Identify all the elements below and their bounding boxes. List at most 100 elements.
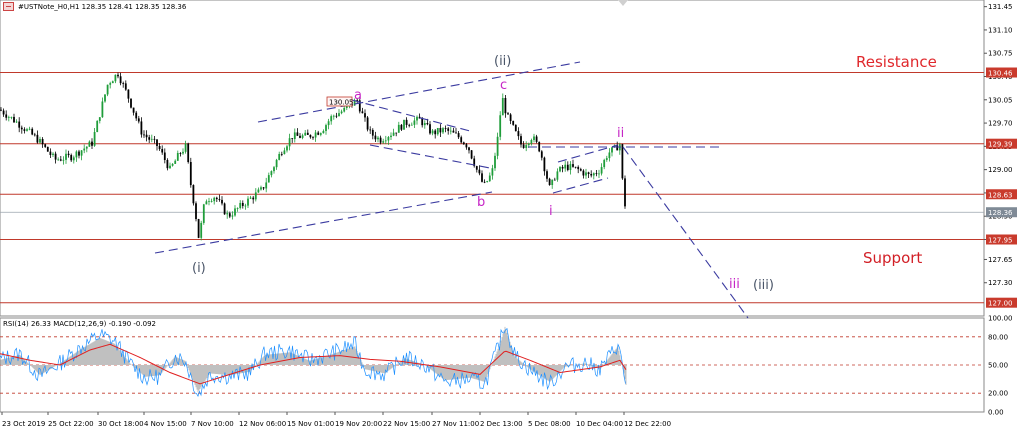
candle-body [397,124,400,133]
candle-body [382,141,385,143]
candle-body [340,111,343,114]
candle-body [247,198,249,206]
candle-body [182,151,184,154]
candle-body [442,128,444,133]
candle-body [197,219,200,238]
candle-body [390,135,392,138]
candle-body [153,138,156,140]
candle-body [574,166,577,168]
time-axis-label: 12 Dec 22:00 [624,420,671,428]
candle-body [132,107,135,113]
candle-body [431,130,434,134]
indicator-axis-label: 80.00 [988,333,1008,341]
candle-body [171,163,174,166]
indicator-axis-label: 50.00 [988,362,1008,370]
candle-body [429,124,431,134]
candle-body [96,120,99,133]
candle-body [252,197,255,200]
candle-body [226,213,229,215]
candle-body [20,127,23,130]
candle-body [124,83,127,90]
candle-body [465,144,468,148]
candle-body [483,181,486,183]
candle-body [106,84,109,95]
candle-body [504,98,507,114]
chart-svg[interactable]: 131.45131.10130.75130.40130.05129.70129.… [0,0,1024,432]
price-axis-label: 130.05 [988,96,1013,104]
wave-label-a: a [354,88,362,103]
candle-body [150,138,153,140]
candle-body [59,159,62,161]
candle-body [436,127,439,135]
candle-body [156,139,158,147]
candle-body [527,143,530,146]
resistance-label: Resistance [856,53,937,71]
candle-body [104,94,106,102]
price-axis-label: 131.45 [988,3,1013,11]
candle-body [457,133,460,138]
wave-label-minor-ii: (ii) [494,54,511,69]
candle-body [208,201,210,203]
candle-body [262,187,265,189]
candle-body [481,173,483,182]
candle-body [62,159,65,161]
candle-body [509,114,512,121]
candle-body [127,89,130,99]
candle-body [91,141,93,146]
candle-body [494,155,496,169]
indicator-info: RSI(14) 26.33 MACD(12,26,9) -0.190 -0.09… [3,320,156,328]
candle-body [551,179,554,186]
candle-body [46,146,49,152]
candle-body [512,120,515,125]
candle-body [533,136,535,141]
candle-body [314,132,317,138]
candle-body [600,167,603,174]
time-axis-label: 30 Oct 18:00 [98,420,144,428]
candle-body [507,113,509,115]
candle-body [111,81,114,84]
candle-body [361,111,364,114]
candle-body [41,138,44,145]
level-price-label: 128.63 [988,191,1013,199]
candle-body [166,159,169,169]
candle-body [13,116,15,123]
candle-body [293,132,296,140]
candle-body [114,74,117,82]
candle-body [270,171,273,176]
wave-label-iii: iii [729,277,740,292]
candle-body [486,181,489,183]
price-axis-label: 127.65 [988,256,1013,264]
indicator-axis-label: 20.00 [988,390,1008,398]
support-label: Support [863,249,922,267]
candle-body [39,138,41,143]
indicator-axis-label: 100.00 [988,315,1013,323]
candle-body [260,187,262,190]
candle-body [369,129,372,131]
candle-body [564,164,567,169]
level-price-label: 127.00 [988,300,1013,308]
candle-body [364,113,366,118]
candle-body [117,74,119,77]
time-axis-label: 19 Nov 20:00 [335,420,382,428]
candle-body [275,159,278,168]
chart-type-icon[interactable] [3,2,14,11]
candle-body [423,123,426,126]
candle-body [343,107,346,112]
price-axis-label: 127.30 [988,279,1013,287]
candle-body [400,124,403,130]
candle-body [332,115,335,117]
wave-label-minor-i: (i) [192,261,206,276]
candle-body [444,128,447,129]
candle-body [195,203,197,220]
candle-body [140,121,143,135]
candle-body [306,132,309,135]
candle-body [317,132,320,135]
one-click-trading-arrow-icon[interactable] [618,0,628,6]
candle-body [525,145,528,148]
candle-body [608,152,611,159]
candle-body [452,130,455,133]
candle-body [455,132,457,134]
candle-body [325,125,327,131]
candle-body [296,132,299,136]
candle-body [161,149,164,153]
